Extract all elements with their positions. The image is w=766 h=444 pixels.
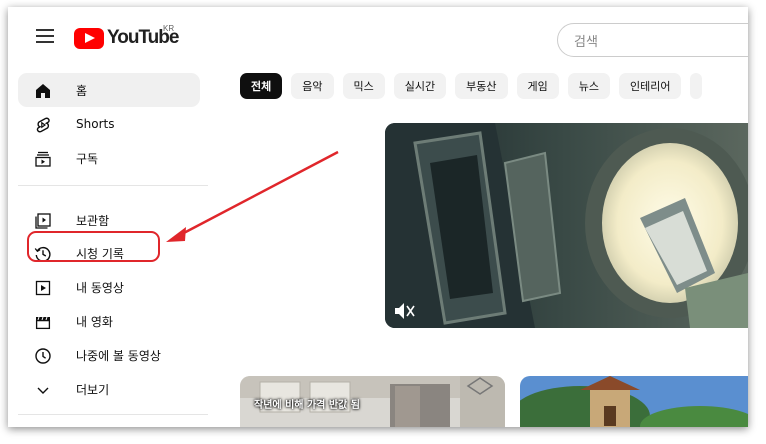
shorts-icon (36, 117, 50, 133)
chip-news[interactable]: 뉴스 (567, 73, 610, 99)
featured-video-thumbnail (385, 123, 748, 328)
search-placeholder: 검색 (574, 34, 598, 50)
logo-region: KR (163, 24, 175, 33)
chip-interior[interactable]: 인테리어 (619, 73, 682, 99)
sidebar-item-label: Shorts (76, 117, 115, 131)
video-thumbnail[interactable] (520, 376, 748, 427)
sidebar-item-label: 나중에 볼 동영상 (76, 348, 161, 363)
video-thumbnail[interactable]: 작년에 비해 가격 반값 됨 (240, 376, 505, 427)
castle-thumbnail-image (520, 376, 748, 427)
subscriptions-icon (35, 151, 51, 167)
sidebar-item-watch-later[interactable]: 나중에 볼 동영상 (18, 338, 200, 372)
featured-video-player[interactable] (385, 123, 748, 328)
sidebar-item-library[interactable]: 보관함 (18, 203, 200, 237)
chip-music[interactable]: 음악 (291, 73, 334, 99)
movies-icon (35, 316, 51, 330)
sidebar-item-label: 내 동영상 (76, 280, 124, 295)
sidebar-item-label: 내 영화 (76, 314, 113, 329)
chip-overflow[interactable] (690, 73, 703, 99)
chip-all[interactable]: 전체 (240, 73, 283, 99)
youtube-play-icon (74, 27, 104, 49)
chip-real-estate[interactable]: 부동산 (455, 73, 508, 99)
search-input[interactable]: 검색 (557, 23, 748, 57)
your-videos-icon (35, 280, 51, 296)
menu-button[interactable] (36, 29, 54, 43)
library-icon (35, 213, 51, 229)
top-bar: YouTube KR 검색 (8, 7, 748, 65)
sidebar-item-movies[interactable]: 내 영화 (18, 304, 200, 338)
sidebar-item-history[interactable]: 시청 기록 (18, 236, 200, 270)
sidebar-item-home[interactable]: 홈 (18, 73, 200, 107)
youtube-logo[interactable]: YouTube KR (74, 24, 179, 49)
home-icon (36, 84, 50, 98)
chevron-down-icon (37, 387, 49, 394)
sidebar-item-subscriptions[interactable]: 구독 (18, 141, 200, 175)
sidebar-item-your-videos[interactable]: 내 동영상 (18, 270, 200, 304)
sidebar-item-more[interactable]: 더보기 (18, 372, 200, 406)
filter-chips: 전체 음악 믹스 실시간 부동산 게임 뉴스 인테리어 (240, 73, 703, 101)
sidebar-item-label: 시청 기록 (76, 246, 124, 261)
sidebar-item-label: 구독 (76, 151, 99, 166)
chip-live[interactable]: 실시간 (393, 73, 447, 99)
sidebar-item-shorts[interactable]: Shorts (18, 107, 200, 141)
sidebar-item-label: 보관함 (76, 213, 110, 228)
thumbnail-caption: 작년에 비해 가격 반값 됨 (254, 400, 360, 411)
app-window: YouTube KR 검색 홈 Shorts 구독 보관함 시청 기록 내 동영… (8, 7, 748, 427)
sidebar-divider (18, 414, 208, 415)
sidebar-item-label: 홈 (76, 83, 88, 98)
watch-later-icon (35, 348, 51, 364)
sidebar-item-label: 더보기 (76, 382, 110, 397)
sidebar-divider (18, 185, 208, 186)
chip-mix[interactable]: 믹스 (342, 73, 385, 99)
history-icon (34, 246, 51, 262)
chip-games[interactable]: 게임 (516, 73, 559, 99)
